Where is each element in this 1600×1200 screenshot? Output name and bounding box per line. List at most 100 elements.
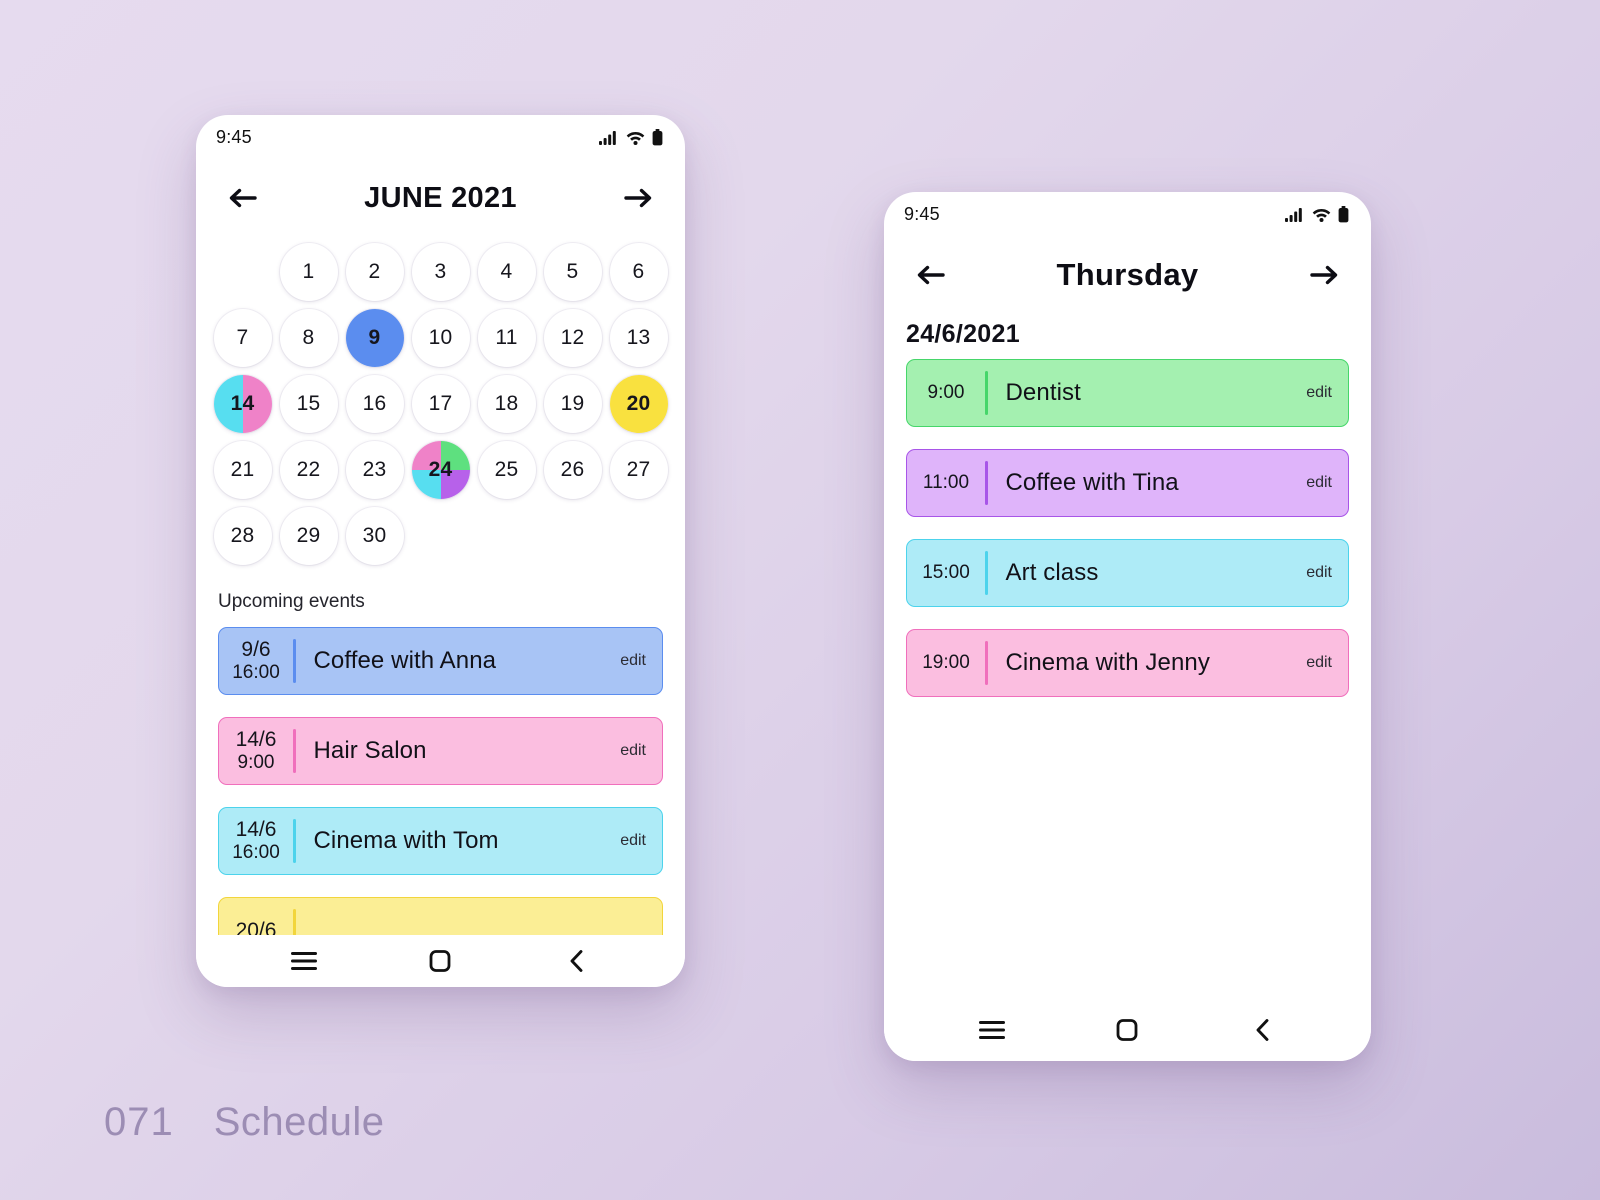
- calendar-day-19[interactable]: 19: [543, 375, 602, 433]
- calendar-day-27[interactable]: 27: [609, 441, 668, 499]
- event-time: 9:00: [237, 752, 275, 774]
- prev-day-button[interactable]: [910, 254, 952, 296]
- calendar-day-number: 21: [230, 458, 255, 481]
- menu-icon: [977, 1019, 1007, 1041]
- calendar-day-cell: 8: [278, 309, 339, 367]
- calendar-day-cell: 18: [476, 375, 537, 433]
- calendar-day-number: 9: [368, 326, 381, 349]
- calendar-day-29[interactable]: 29: [279, 507, 338, 565]
- calendar-day-18[interactable]: 18: [477, 375, 536, 433]
- home-button[interactable]: [1099, 1010, 1155, 1050]
- calendar-day-12[interactable]: 12: [543, 309, 602, 367]
- menu-button[interactable]: [276, 941, 332, 981]
- prev-month-button[interactable]: [222, 177, 264, 219]
- event-row[interactable]: 15:00 Art class edit: [906, 539, 1349, 607]
- calendar-day-2[interactable]: 2: [345, 243, 404, 301]
- event-edit-link[interactable]: edit: [1306, 630, 1348, 696]
- calendar-day-1[interactable]: 1: [279, 243, 338, 301]
- page-title: JUNE 2021: [364, 181, 517, 214]
- event-time-block: 15:00: [907, 540, 985, 606]
- calendar-day-14[interactable]: 14: [213, 375, 272, 433]
- calendar-day-number: 3: [434, 260, 447, 283]
- event-row[interactable]: 19:00 Cinema with Jenny edit: [906, 629, 1349, 697]
- calendar-day-7[interactable]: 7: [213, 309, 272, 367]
- calendar-day-24[interactable]: 24: [411, 441, 470, 499]
- event-edit-link[interactable]: edit: [1306, 360, 1348, 426]
- event-date: 14/6: [235, 728, 277, 751]
- system-nav-bar: [196, 935, 685, 987]
- menu-button[interactable]: [964, 1010, 1020, 1050]
- event-time: 19:00: [922, 651, 970, 673]
- calendar-day-number: 27: [626, 458, 651, 481]
- event-row[interactable]: 20/6: [218, 897, 663, 935]
- event-time: 16:00: [232, 662, 280, 684]
- calendar-day-22[interactable]: 22: [279, 441, 338, 499]
- calendar-day-cell: 7: [212, 309, 273, 367]
- event-row[interactable]: 9/6 16:00 Coffee with Anna edit: [218, 627, 663, 695]
- calendar-grid: 1 2 3 4 5 6 7 8 9 10 11 12 13 14 15 16 17 18 19 20 21 22 23 24 2…: [196, 225, 685, 565]
- event-row[interactable]: 9:00 Dentist edit: [906, 359, 1349, 427]
- calendar-day-5[interactable]: 5: [543, 243, 602, 301]
- calendar-day-cell: 29: [278, 507, 339, 565]
- status-bar: 9:45: [884, 192, 1371, 236]
- calendar-day-20[interactable]: 20: [609, 375, 668, 433]
- event-time: 16:00: [232, 842, 280, 864]
- status-icons: [599, 128, 663, 146]
- calendar-day-21[interactable]: 21: [213, 441, 272, 499]
- calendar-day-4[interactable]: 4: [477, 243, 536, 301]
- event-edit-link[interactable]: edit: [1306, 540, 1348, 606]
- calendar-day-9[interactable]: 9: [345, 309, 404, 367]
- event-edit-link[interactable]: edit: [620, 808, 662, 874]
- calendar-day-30[interactable]: 30: [345, 507, 404, 565]
- event-title: Art class: [1005, 559, 1099, 586]
- event-date: 14/6: [235, 818, 277, 841]
- calendar-day-23[interactable]: 23: [345, 441, 404, 499]
- event-time-block: 19:00: [907, 630, 985, 696]
- event-time: 15:00: [922, 561, 970, 583]
- calendar-day-number: 24: [428, 458, 453, 481]
- caption-number: 071: [104, 1100, 174, 1144]
- event-row[interactable]: 14/6 9:00 Hair Salon edit: [218, 717, 663, 785]
- calendar-day-cell: 2: [344, 243, 405, 301]
- event-edit-link[interactable]: edit: [1306, 450, 1348, 516]
- calendar-day-10[interactable]: 10: [411, 309, 470, 367]
- next-month-button[interactable]: [617, 177, 659, 219]
- calendar-day-cell: 23: [344, 441, 405, 499]
- status-time: 9:45: [216, 126, 252, 147]
- event-title: Dentist: [1005, 379, 1081, 406]
- event-edit-link[interactable]: edit: [620, 718, 662, 784]
- calendar-day-11[interactable]: 11: [477, 309, 536, 367]
- status-icons: [1285, 205, 1349, 223]
- calendar-day-16[interactable]: 16: [345, 375, 404, 433]
- home-button[interactable]: [412, 941, 468, 981]
- calendar-day-number: 26: [560, 458, 585, 481]
- next-day-button[interactable]: [1303, 254, 1345, 296]
- calendar-day-3[interactable]: 3: [411, 243, 470, 301]
- event-date: 20/6: [235, 919, 277, 935]
- event-row[interactable]: 11:00 Coffee with Tina edit: [906, 449, 1349, 517]
- calendar-day-28[interactable]: 28: [213, 507, 272, 565]
- caption: 071 Schedule: [104, 1100, 385, 1145]
- signal-bars-icon: [1285, 207, 1305, 222]
- calendar-day-6[interactable]: 6: [609, 243, 668, 301]
- arrow-left-icon: [916, 263, 946, 287]
- event-time: 11:00: [922, 471, 970, 493]
- calendar-day-8[interactable]: 8: [279, 309, 338, 367]
- upcoming-events-label: Upcoming events: [218, 591, 365, 612]
- event-row[interactable]: 14/6 16:00 Cinema with Tom edit: [218, 807, 663, 875]
- back-button[interactable]: [1235, 1010, 1291, 1050]
- calendar-day-17[interactable]: 17: [411, 375, 470, 433]
- calendar-day-number: 16: [362, 392, 387, 415]
- calendar-day-cell: 9: [344, 309, 405, 367]
- calendar-day-cell: 4: [476, 243, 537, 301]
- calendar-day-25[interactable]: 25: [477, 441, 536, 499]
- calendar-day-15[interactable]: 15: [279, 375, 338, 433]
- calendar-day-13[interactable]: 13: [609, 309, 668, 367]
- calendar-day-26[interactable]: 26: [543, 441, 602, 499]
- back-button[interactable]: [549, 941, 605, 981]
- selected-date: 24/6/2021: [906, 320, 1020, 348]
- calendar-day-number: 25: [494, 458, 519, 481]
- event-edit-link[interactable]: [646, 898, 662, 935]
- event-edit-link[interactable]: edit: [620, 628, 662, 694]
- calendar-day-number: 2: [368, 260, 381, 283]
